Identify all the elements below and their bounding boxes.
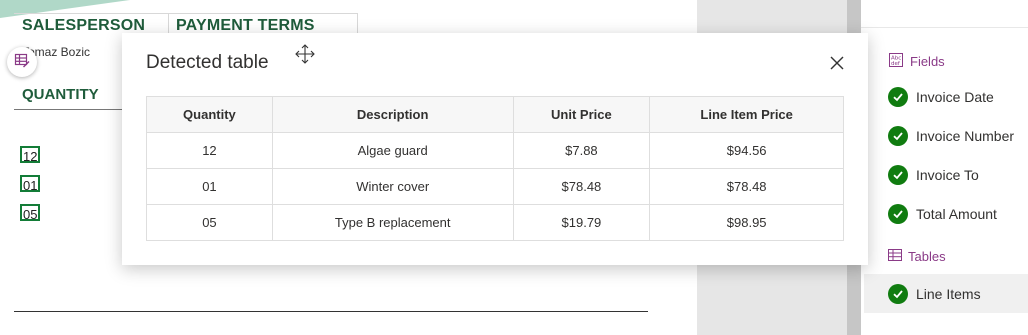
column-header: Unit Price xyxy=(512,96,651,133)
quantity-heading: QUANTITY xyxy=(22,86,99,103)
checkmark-icon xyxy=(888,165,908,185)
quantity-value-box[interactable]: 12 xyxy=(20,146,40,164)
table-header-row: Quantity Description Unit Price Line Ite… xyxy=(146,96,844,133)
checkmark-icon xyxy=(888,126,908,146)
detected-table: Quantity Description Unit Price Line Ite… xyxy=(146,96,844,241)
divider xyxy=(861,27,1028,28)
table-cell[interactable]: 01 xyxy=(146,168,273,205)
quantity-value-box[interactable]: 01 xyxy=(20,175,40,193)
fields-panel: Abc def Fields Invoice Date Invoice Numb… xyxy=(861,0,1028,335)
column-header: Line Item Price xyxy=(649,96,844,133)
close-button[interactable] xyxy=(826,54,848,76)
field-label: Invoice Date xyxy=(916,89,994,105)
table-cell[interactable]: $78.48 xyxy=(512,168,651,205)
field-item-invoice-date[interactable]: Invoice Date xyxy=(888,86,994,108)
field-item-invoice-number[interactable]: Invoice Number xyxy=(888,125,1014,147)
detected-table-dialog: Detected table Quantity Description Unit… xyxy=(122,33,868,265)
tables-section-heading: Tables xyxy=(888,249,946,264)
table-cell[interactable]: $19.79 xyxy=(512,204,651,241)
table-cell[interactable]: $98.95 xyxy=(649,204,844,241)
field-item-invoice-to[interactable]: Invoice To xyxy=(888,164,979,186)
quantity-value-box[interactable]: 05 xyxy=(20,204,40,222)
table-cell[interactable]: Winter cover xyxy=(271,168,514,205)
field-label: Total Amount xyxy=(916,206,997,222)
table-cell[interactable]: 05 xyxy=(146,204,273,241)
table-edit-button[interactable] xyxy=(7,47,37,77)
table-cell[interactable]: 12 xyxy=(146,132,273,169)
divider xyxy=(14,109,128,110)
divider xyxy=(14,311,648,312)
field-item-total-amount[interactable]: Total Amount xyxy=(888,203,997,225)
column-header: Quantity xyxy=(146,96,273,133)
table-cell[interactable]: $7.88 xyxy=(512,132,651,169)
table-row: 01 Winter cover $78.48 $78.48 xyxy=(146,168,844,205)
table-cell[interactable]: $78.48 xyxy=(649,168,844,205)
fields-heading-label: Fields xyxy=(910,54,945,69)
table-cell[interactable]: Type B replacement xyxy=(271,204,514,241)
table-cell[interactable]: $94.56 xyxy=(649,132,844,169)
svg-text:def: def xyxy=(891,61,901,67)
field-label: Invoice To xyxy=(916,167,979,183)
table-item-line-items[interactable]: Line Items xyxy=(888,283,981,305)
close-icon xyxy=(830,56,844,75)
dialog-title: Detected table xyxy=(146,52,269,73)
fields-icon: Abc def xyxy=(888,52,904,71)
table-row: 12 Algae guard $7.88 $94.56 xyxy=(146,132,844,169)
table-cell[interactable]: Algae guard xyxy=(271,132,514,169)
fields-section-heading: Abc def Fields xyxy=(888,52,945,71)
table-label: Line Items xyxy=(916,286,981,302)
checkmark-icon xyxy=(888,204,908,224)
move-icon[interactable] xyxy=(294,43,316,70)
tables-heading-label: Tables xyxy=(908,249,946,264)
checkmark-icon xyxy=(888,87,908,107)
field-label: Invoice Number xyxy=(916,128,1015,144)
table-row: 05 Type B replacement $19.79 $98.95 xyxy=(146,204,844,241)
column-header: Description xyxy=(271,96,514,133)
table-edit-icon xyxy=(14,52,30,73)
checkmark-icon xyxy=(888,284,908,304)
table-icon xyxy=(888,249,902,264)
